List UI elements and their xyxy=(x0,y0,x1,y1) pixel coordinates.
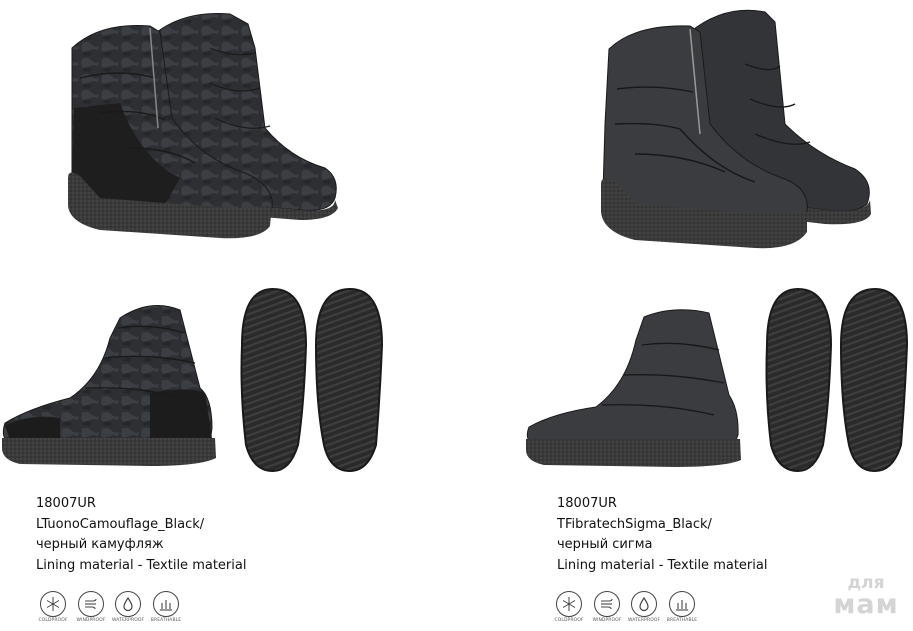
product-2-feature-coldproof: COLDPROOF xyxy=(553,591,585,623)
product-2-side-photo xyxy=(526,309,741,467)
product-2-lining: Lining material - Textile material xyxy=(557,557,768,573)
product-1-feature-windproof: WINDPROOF xyxy=(75,591,107,623)
water-drop-icon xyxy=(123,596,133,612)
breathable-icon xyxy=(160,600,172,611)
product-2-code: 18007UR xyxy=(557,496,617,511)
product-2-pair-photo xyxy=(601,9,871,249)
product-1-description: 18007UR LTuonoCamouflage_Black/ черный к… xyxy=(36,494,246,576)
product-2-material: TFibratechSigma_Black/ xyxy=(557,516,712,532)
product-1-soles-photo xyxy=(240,287,384,473)
product-1-material: LTuonoCamouflage_Black/ xyxy=(36,516,205,532)
product-1-feature-breathable: BREATHABLE xyxy=(150,591,182,623)
product-2-color: черный сигма xyxy=(557,537,653,552)
product-1-code: 18007UR xyxy=(36,496,96,511)
water-drop-icon xyxy=(639,596,649,612)
product-1-lining: Lining material - Textile material xyxy=(36,557,247,573)
product-1-pair-photo xyxy=(68,13,338,239)
product-1-feature-waterproof: WATERPROOF xyxy=(112,591,144,623)
breathable-icon xyxy=(676,600,688,611)
product-2-description: 18007UR TFibratechSigma_Black/ черный си… xyxy=(557,494,767,576)
snowflake-icon xyxy=(562,597,576,611)
watermark-logo: для мам xyxy=(833,573,899,620)
product-2-feature-windproof: WINDPROOF xyxy=(591,591,623,623)
wind-icon xyxy=(85,598,97,610)
snowflake-icon xyxy=(46,597,60,611)
wind-icon xyxy=(601,598,613,610)
product-2-feature-waterproof: WATERPROOF xyxy=(628,591,660,623)
product-1-color: черный камуфляж xyxy=(36,537,164,552)
product-1-feature-coldproof: COLDPROOF xyxy=(37,591,69,623)
product-2-feature-breathable: BREATHABLE xyxy=(666,591,698,623)
product-2-soles-photo xyxy=(765,287,909,473)
product-1-side-photo xyxy=(2,305,216,466)
